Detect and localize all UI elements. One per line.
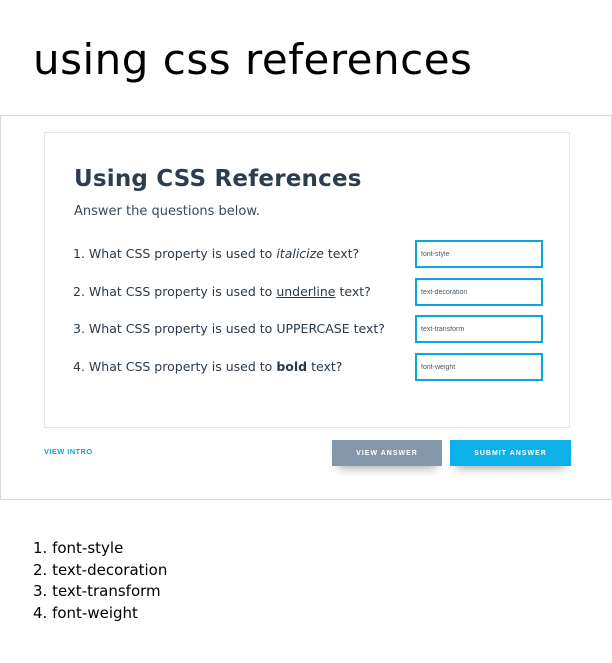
answer-key-item: 4. font-weight <box>33 603 138 622</box>
view-answer-button[interactable]: VIEW ANSWER <box>332 440 442 466</box>
question-emphasis: UPPERCASE <box>276 321 350 336</box>
question-suffix: text? <box>311 359 343 374</box>
question-emphasis: italicize <box>276 246 324 261</box>
question-text: 1. What CSS property is used to italiciz… <box>73 246 359 261</box>
question-suffix: text? <box>339 284 371 299</box>
view-intro-link[interactable]: VIEW INTRO <box>44 447 93 456</box>
quiz-card: Using CSS References Answer the question… <box>44 132 570 428</box>
question-number: 2. <box>73 284 85 299</box>
quiz-screenshot-frame: Using CSS References Answer the question… <box>0 115 612 500</box>
question-number: 4. <box>73 359 85 374</box>
question-row: 1. What CSS property is used to italiciz… <box>73 240 543 268</box>
question-number: 1. <box>73 246 85 261</box>
submit-answer-button[interactable]: SUBMIT ANSWER <box>450 440 571 466</box>
answer-input-1[interactable] <box>415 240 543 268</box>
question-prompt: What CSS property is used to <box>88 246 273 261</box>
question-text: 4. What CSS property is used to bold tex… <box>73 359 342 374</box>
question-row: 3. What CSS property is used to UPPERCAS… <box>73 315 543 343</box>
question-text: 2. What CSS property is used to underlin… <box>73 284 371 299</box>
question-row: 4. What CSS property is used to bold tex… <box>73 353 543 381</box>
question-row: 2. What CSS property is used to underlin… <box>73 278 543 306</box>
answer-input-4[interactable] <box>415 353 543 381</box>
question-text: 3. What CSS property is used to UPPERCAS… <box>73 321 385 336</box>
answer-key-item: 2. text-decoration <box>33 560 168 579</box>
quiz-title: Using CSS References <box>74 166 362 192</box>
question-suffix: text? <box>353 321 385 336</box>
question-emphasis: bold <box>276 359 308 374</box>
question-emphasis: underline <box>276 284 336 299</box>
answer-key-list: 1. font-style 2. text-decoration 3. text… <box>33 538 167 624</box>
question-number: 3. <box>73 321 85 336</box>
question-prompt: What CSS property is used to <box>88 284 273 299</box>
answer-key-item: 3. text-transform <box>33 582 161 600</box>
question-prompt: What CSS property is used to <box>88 321 273 336</box>
question-suffix: text? <box>327 246 360 261</box>
answer-input-3[interactable] <box>415 315 543 343</box>
question-prompt: What CSS property is used to <box>88 359 273 374</box>
quiz-instructions: Answer the questions below. <box>74 204 260 219</box>
answer-key-item: 1. font-style <box>33 539 124 557</box>
answer-input-2[interactable] <box>415 278 543 306</box>
page-heading: using css references <box>33 35 473 84</box>
